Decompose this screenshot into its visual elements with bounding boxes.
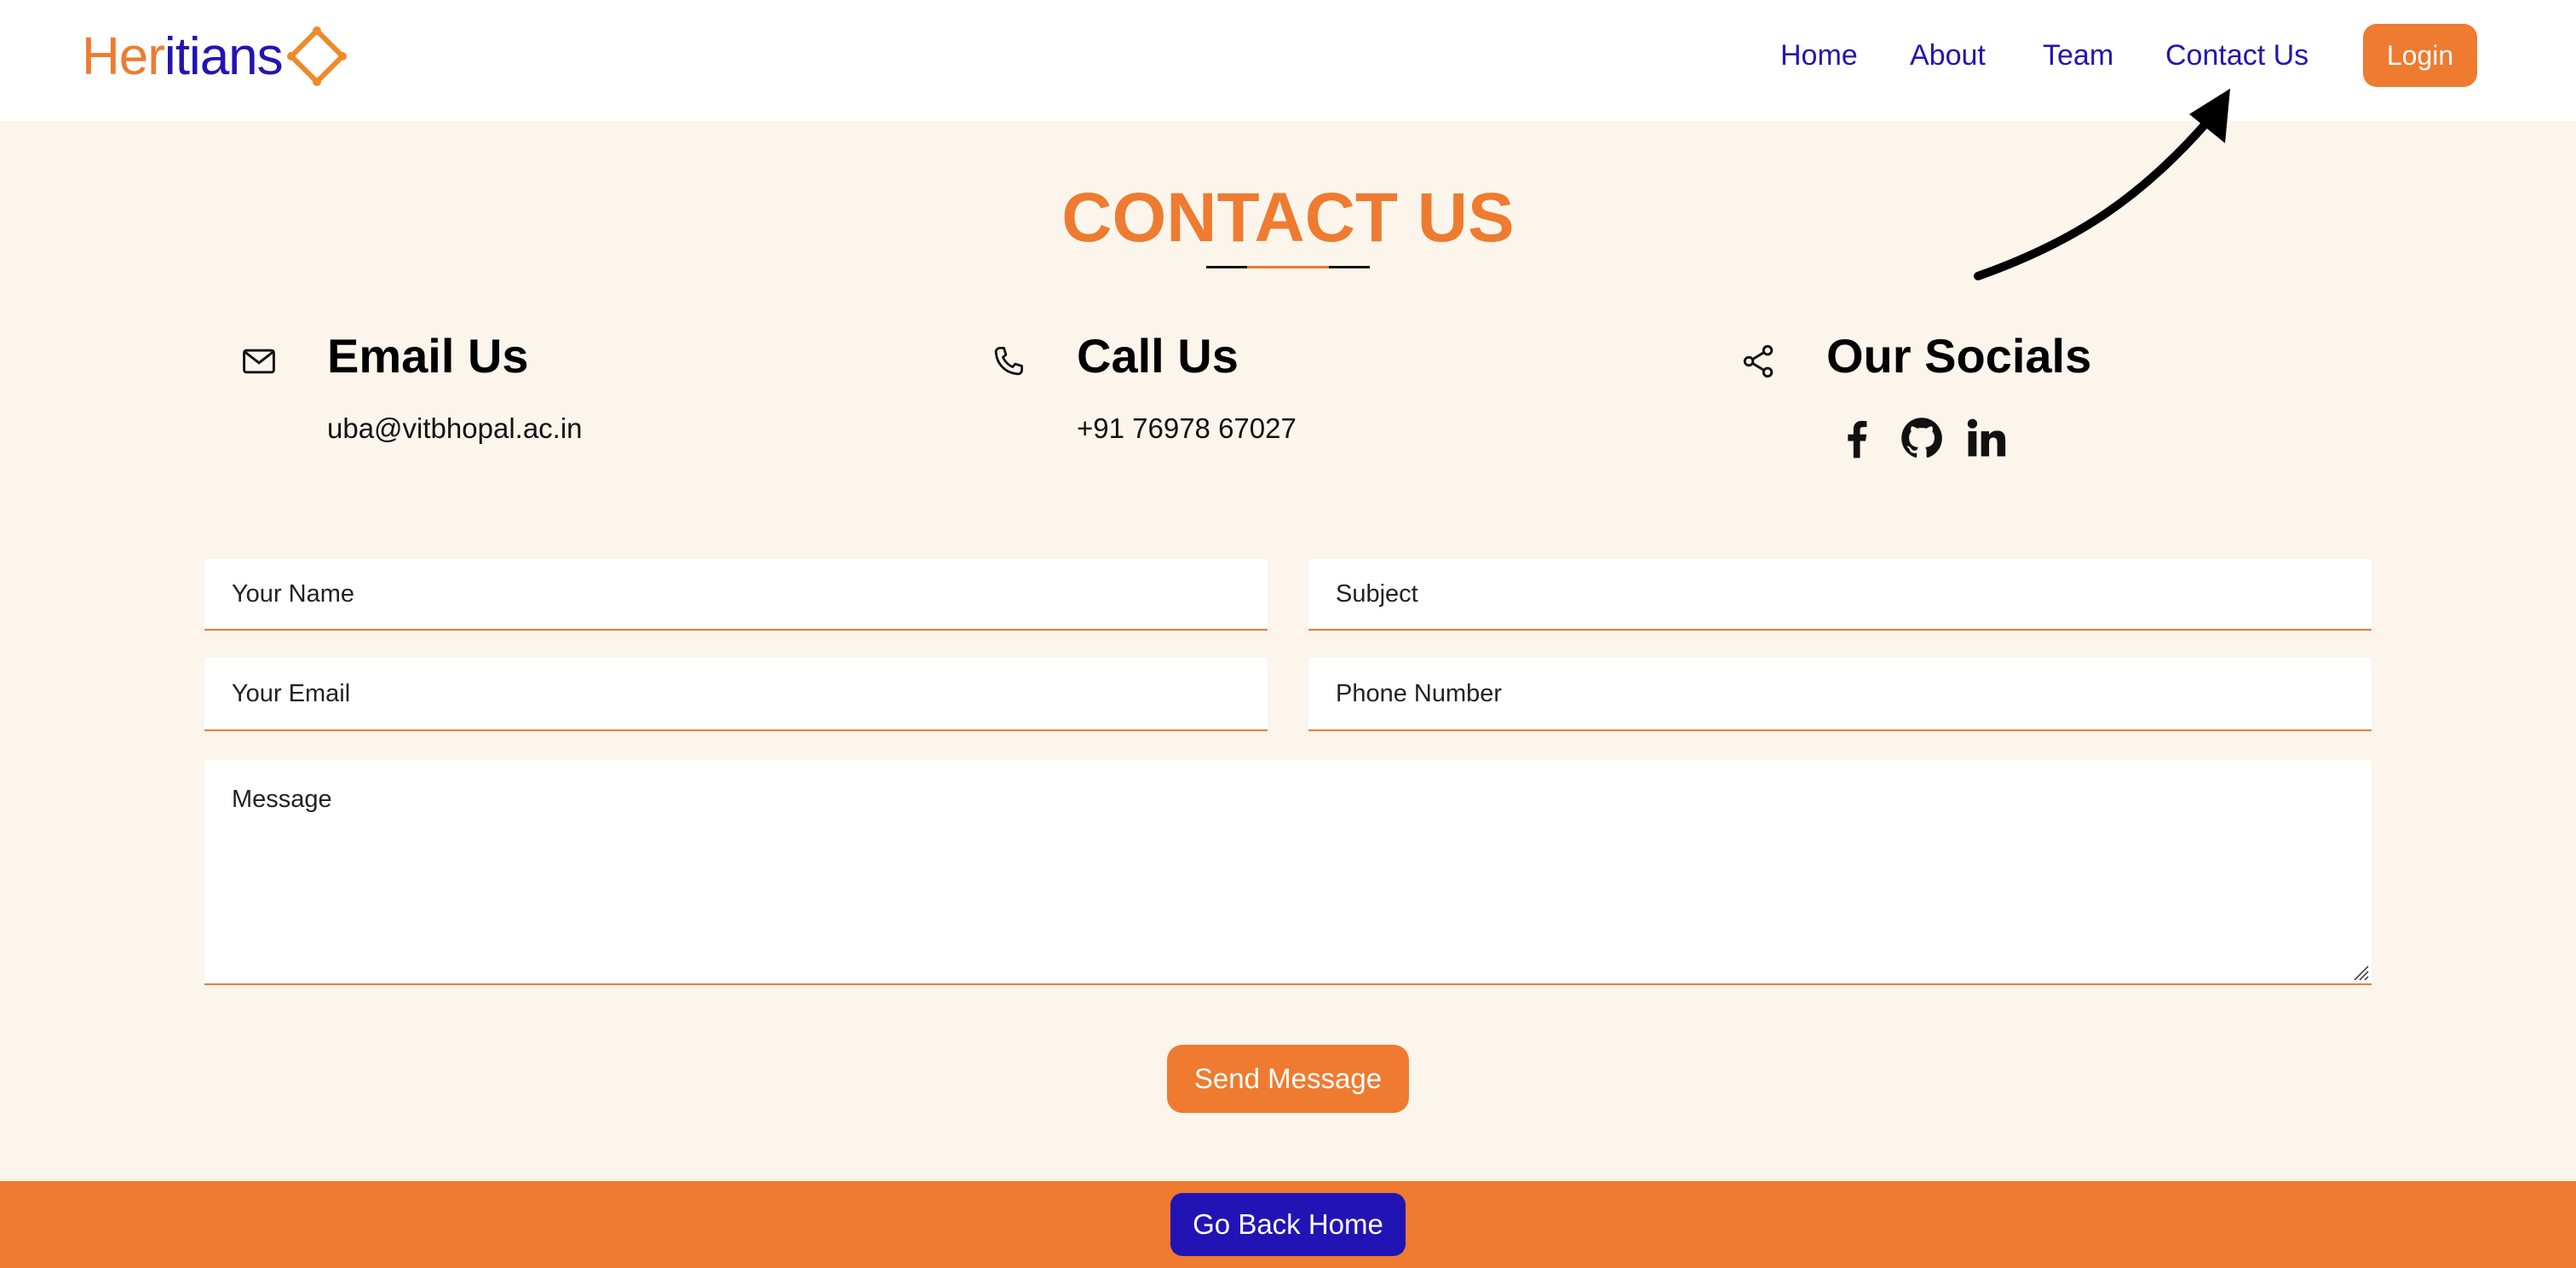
phone-input[interactable]: Phone Number bbox=[1308, 658, 2372, 731]
message-textarea[interactable]: Message bbox=[204, 760, 2372, 985]
github-icon[interactable] bbox=[1898, 414, 1963, 469]
message-placeholder: Message bbox=[232, 786, 332, 813]
footer-bar: Go Back Home bbox=[0, 1181, 2576, 1268]
linkedin-icon[interactable] bbox=[1963, 414, 2027, 469]
nav-about[interactable]: About bbox=[1910, 34, 1986, 77]
nav-home[interactable]: Home bbox=[1780, 34, 1858, 77]
phone-icon bbox=[994, 347, 1023, 376]
email-value[interactable]: uba@vitbhopal.ac.in bbox=[327, 409, 583, 448]
nav-contact-us[interactable]: Contact Us bbox=[2165, 34, 2309, 77]
email-input[interactable]: Your Email bbox=[204, 658, 1268, 731]
share-icon bbox=[1743, 344, 1774, 378]
mail-icon bbox=[243, 349, 275, 374]
resize-handle-icon[interactable] bbox=[2349, 961, 2370, 982]
facebook-icon[interactable] bbox=[1833, 414, 1898, 469]
title-underline bbox=[1206, 266, 1370, 269]
socials-heading: Our Socials bbox=[1826, 329, 2092, 383]
nav-links: Home About Team Contact Us bbox=[0, 34, 2576, 77]
social-links bbox=[1833, 414, 2027, 469]
email-heading: Email Us bbox=[327, 329, 529, 383]
send-message-button[interactable]: Send Message bbox=[1167, 1045, 1409, 1113]
name-input[interactable]: Your Name bbox=[204, 559, 1268, 631]
login-button[interactable]: Login bbox=[2363, 24, 2477, 87]
call-heading: Call Us bbox=[1077, 329, 1239, 383]
go-back-home-button[interactable]: Go Back Home bbox=[1170, 1193, 1406, 1256]
page-title: CONTACT US bbox=[1061, 179, 1515, 256]
nav-team[interactable]: Team bbox=[2043, 34, 2113, 77]
subject-input[interactable]: Subject bbox=[1308, 559, 2372, 631]
phone-value[interactable]: +91 76978 67027 bbox=[1077, 409, 1297, 448]
